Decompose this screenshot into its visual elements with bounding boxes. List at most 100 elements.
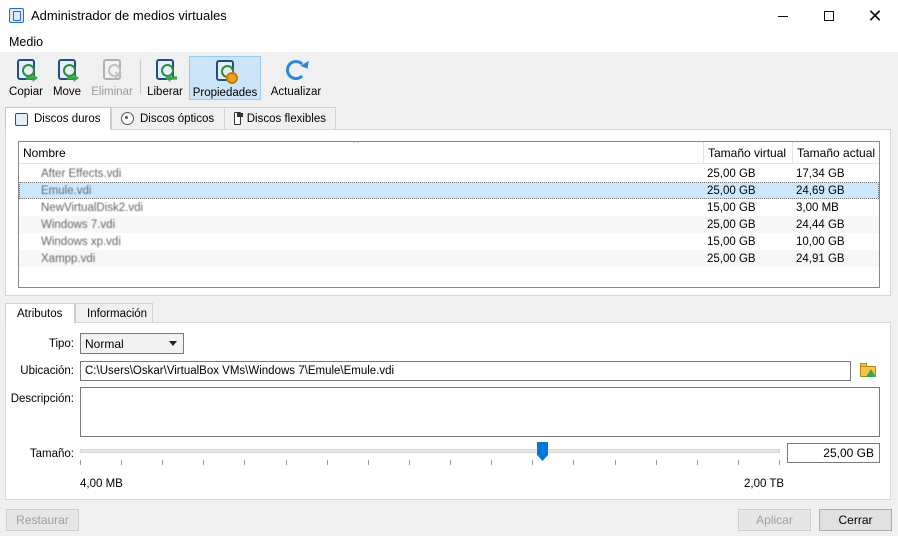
release-button[interactable]: Liberar	[146, 56, 184, 100]
properties-button[interactable]: Propiedades	[189, 56, 261, 100]
slider-tick	[532, 460, 533, 465]
row-actual-size: 24,69 GB	[796, 184, 845, 197]
description-label: Descripción:	[10, 393, 74, 405]
table-header: ^ Nombre Tamaño virtual Tamaño actual	[19, 142, 879, 164]
remove-label: Eliminar	[91, 86, 133, 98]
slider-tick	[738, 460, 739, 465]
type-select[interactable]: Normal	[80, 333, 184, 354]
minimize-icon	[778, 15, 788, 17]
column-header-virtual-size[interactable]: Tamaño virtual	[704, 142, 793, 164]
slider-tick	[327, 460, 328, 465]
slider-tick	[203, 460, 204, 465]
menu-medio-label: Medio	[9, 35, 44, 49]
title-bar: Administrador de medios virtuales ✕	[0, 0, 898, 32]
column-header-actual-size[interactable]: Tamaño actual	[793, 142, 879, 164]
row-virtual-size: 25,00 GB	[707, 167, 756, 180]
copy-disk-icon	[14, 58, 38, 82]
close-icon: ✕	[867, 5, 883, 26]
row-name: Windows xp.vdi	[41, 235, 121, 248]
slider-tick	[450, 460, 451, 465]
copy-label: Copiar	[9, 86, 43, 98]
maximize-icon	[824, 11, 834, 21]
virtualbox-media-icon	[9, 8, 24, 23]
remove-button[interactable]: ✕ Eliminar	[91, 56, 133, 100]
type-label: Tipo:	[48, 338, 74, 350]
floppy-disk-icon	[234, 112, 243, 125]
tab-hard-disks[interactable]: Discos duros	[5, 107, 111, 130]
row-actual-size: 3,00 MB	[796, 201, 839, 214]
slider-tick	[368, 460, 369, 465]
table-row[interactable]: NewVirtualDisk2.vdi 15,00 GB 3,00 MB	[19, 199, 879, 216]
table-row[interactable]: Xampp.vdi 25,00 GB 24,91 GB	[19, 250, 879, 267]
size-field[interactable]: 25,00 GB	[787, 443, 880, 463]
tab-floppy-disks-label: Discos flexibles	[246, 112, 326, 125]
menu-bar: Medio	[0, 32, 898, 52]
table-row[interactable]: After Effects.vdi 25,00 GB 17,34 GB	[19, 165, 879, 182]
tab-hard-disks-label: Discos duros	[34, 113, 101, 125]
slider-tick	[162, 460, 163, 465]
row-virtual-size: 15,00 GB	[707, 201, 756, 214]
slider-tick	[656, 460, 657, 465]
row-virtual-size: 15,00 GB	[707, 235, 756, 248]
row-actual-size: 24,44 GB	[796, 218, 845, 231]
tab-optical-disks-label: Discos ópticos	[140, 112, 215, 125]
location-field[interactable]: C:\Users\Oskar\VirtualBox VMs\Windows 7\…	[80, 361, 851, 381]
attributes-panel: Tipo: Normal Ubicación: C:\Users\Oskar\V…	[5, 322, 891, 500]
description-field[interactable]	[80, 387, 880, 437]
optical-disk-icon	[121, 112, 134, 125]
tab-optical-disks[interactable]: Discos ópticos	[111, 107, 225, 129]
slider-tick	[697, 460, 698, 465]
slider-tick	[573, 460, 574, 465]
media-table[interactable]: ^ Nombre Tamaño virtual Tamaño actual Af…	[18, 141, 880, 288]
tab-floppy-disks[interactable]: Discos flexibles	[224, 107, 336, 129]
row-actual-size: 17,34 GB	[796, 167, 845, 180]
row-name: NewVirtualDisk2.vdi	[41, 201, 144, 214]
slider-tick	[80, 460, 81, 465]
type-select-value: Normal	[85, 336, 124, 351]
slider-tick	[244, 460, 245, 465]
close-window-button[interactable]: ✕	[852, 0, 898, 32]
slider-tick	[491, 460, 492, 465]
row-virtual-size: 25,00 GB	[707, 252, 756, 265]
row-actual-size: 10,00 GB	[796, 235, 845, 248]
properties-disk-icon	[213, 59, 238, 84]
size-slider-track[interactable]	[80, 449, 780, 453]
release-disk-icon	[153, 58, 177, 82]
properties-label: Propiedades	[192, 87, 258, 99]
size-slider-handle[interactable]	[537, 442, 548, 461]
table-row[interactable]: Windows xp.vdi 15,00 GB 10,00 GB	[19, 233, 879, 250]
move-button[interactable]: Move	[51, 56, 83, 100]
window-title: Administrador de medios virtuales	[31, 8, 227, 23]
menu-medio[interactable]: Medio	[9, 35, 43, 49]
refresh-label: Actualizar	[270, 86, 322, 98]
remove-disk-icon: ✕	[100, 58, 124, 82]
row-name: Xampp.vdi	[41, 252, 96, 265]
table-row[interactable]: Windows 7.vdi 25,00 GB 24,44 GB	[19, 216, 879, 233]
location-label: Ubicación:	[20, 365, 74, 377]
choose-location-button[interactable]	[859, 362, 877, 379]
maximize-button[interactable]	[806, 0, 852, 32]
chevron-down-icon	[169, 341, 177, 346]
slider-tick	[409, 460, 410, 465]
apply-button[interactable]: Aplicar	[738, 509, 811, 531]
reset-button[interactable]: Restaurar	[6, 509, 79, 531]
table-row-selected[interactable]: Emule.vdi 25,00 GB 24,69 GB	[19, 182, 879, 199]
toolbar: Copiar Move ✕ Eliminar Liberar Propiedad…	[0, 52, 898, 101]
slider-tick	[615, 460, 616, 465]
copy-button[interactable]: Copiar	[8, 56, 44, 100]
minimize-button[interactable]	[760, 0, 806, 32]
toolbar-separator	[140, 60, 141, 94]
refresh-button[interactable]: Actualizar	[270, 56, 322, 100]
size-max-label: 2,00 TB	[744, 478, 785, 490]
move-label: Move	[52, 86, 82, 98]
column-header-name[interactable]: Nombre	[19, 142, 704, 164]
refresh-icon	[284, 58, 308, 82]
close-button[interactable]: Cerrar	[819, 509, 892, 531]
hard-disk-icon	[15, 112, 28, 126]
row-name: Windows 7.vdi	[41, 218, 116, 231]
tab-attributes[interactable]: Atributos	[5, 303, 75, 324]
tab-information[interactable]: Información	[75, 303, 153, 323]
size-label: Tamaño:	[29, 448, 74, 460]
release-label: Liberar	[147, 86, 183, 98]
slider-tick	[779, 460, 780, 465]
